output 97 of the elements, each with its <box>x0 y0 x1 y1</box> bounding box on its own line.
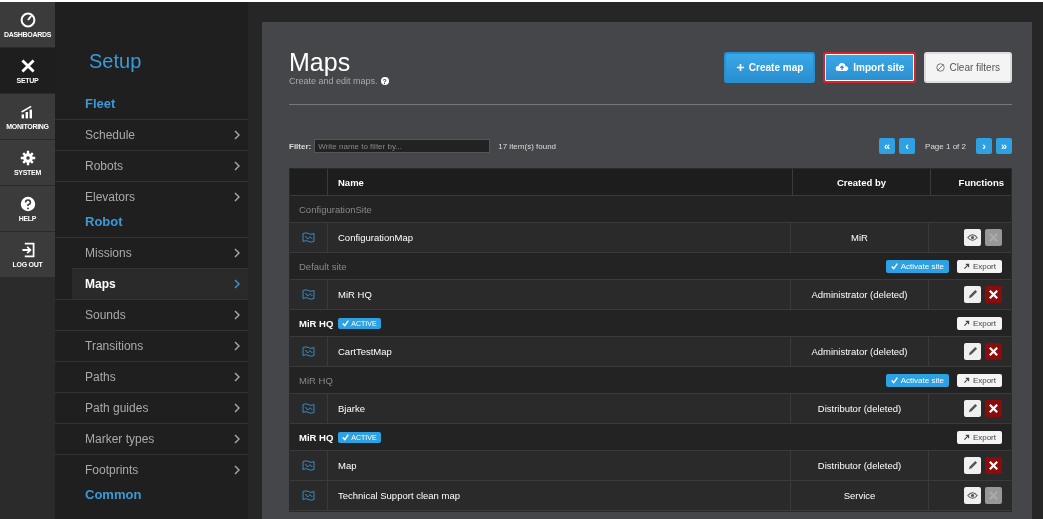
column-header: Functions <box>957 175 1005 190</box>
edit-button[interactable] <box>964 457 981 474</box>
site-name: ConfigurationSite <box>299 203 372 215</box>
delete-button[interactable] <box>985 286 1002 303</box>
sidebar-item[interactable]: Elevators <box>55 181 248 212</box>
table-cell: Administrator (deleted) <box>791 280 929 309</box>
sidebar-heading: Common <box>84 486 143 504</box>
empty-set-icon <box>936 62 946 72</box>
plus-icon <box>735 62 745 72</box>
sidebar-title: Setup <box>88 50 143 74</box>
chevron-icon <box>234 372 240 382</box>
gear-icon <box>19 149 36 166</box>
sidebar-item[interactable]: Sounds <box>55 299 248 330</box>
close-icon <box>988 289 999 300</box>
table-cell: Distributor (deleted) <box>791 451 929 480</box>
filter-field[interactable]: Write name to filter by... <box>314 139 491 153</box>
eye-icon <box>967 232 978 243</box>
table-cell: CartTestMap <box>328 337 791 366</box>
arrow-icon <box>962 433 970 441</box>
edit-button[interactable] <box>964 286 981 303</box>
edit-button[interactable] <box>964 343 981 360</box>
map-icon <box>302 289 315 300</box>
chevron-icon <box>234 279 240 289</box>
chevron-icon <box>234 434 240 444</box>
chevron-icon <box>234 310 240 320</box>
page-subtitle: Create and edit maps. <box>289 76 378 86</box>
pencil-icon <box>967 460 978 471</box>
export-button[interactable]: Export <box>956 373 1002 387</box>
site-name: MiR HQ <box>299 374 333 386</box>
table-cell: Technical Support clean map <box>328 481 791 510</box>
site-name: Default site <box>299 260 347 272</box>
export-button[interactable]: Export <box>956 430 1002 444</box>
export-button[interactable]: Export <box>956 259 1002 273</box>
chevron-icon <box>234 403 240 413</box>
map-icon <box>302 346 315 357</box>
table-cell: MiR HQ <box>328 280 791 309</box>
sidebar-item[interactable]: Path guides <box>55 392 248 423</box>
chevron-icon <box>234 341 240 351</box>
eye-icon <box>967 490 978 501</box>
delete-button[interactable] <box>985 457 1002 474</box>
table-cell: Map <box>328 451 791 480</box>
map-icon <box>302 403 315 414</box>
table-cell: ConfigurationMap <box>328 223 791 252</box>
sidebar-heading: Robot <box>84 213 124 231</box>
check-icon <box>342 319 350 327</box>
help-icon <box>19 195 36 212</box>
view-button[interactable] <box>964 487 981 504</box>
close-icon <box>988 346 999 357</box>
table-cell: Service <box>791 481 929 510</box>
map-icon <box>302 460 315 471</box>
table-cell: MiR <box>791 223 929 252</box>
map-icon <box>302 490 315 501</box>
logout-icon <box>19 241 36 258</box>
check-icon <box>890 376 898 384</box>
page-title: Maps <box>289 48 352 76</box>
sidebar-item[interactable]: Marker types <box>55 423 248 454</box>
cloud-upload-icon <box>835 62 850 72</box>
sidebar-item[interactable]: Maps <box>72 268 248 299</box>
arrow-icon <box>962 262 970 270</box>
sidebar-item[interactable]: Transitions <box>55 330 248 361</box>
chevron-icon <box>234 192 240 202</box>
view-button[interactable] <box>964 229 981 246</box>
sidebar-item[interactable]: Footprints <box>55 454 248 485</box>
item-count: 17 item(s) found <box>498 141 557 151</box>
chevron-icon <box>234 161 240 171</box>
chevron-icon <box>234 130 240 140</box>
site-name: MiR HQ <box>299 431 334 443</box>
export-button[interactable]: Export <box>956 316 1002 330</box>
filter-label: Filter: <box>289 141 312 151</box>
pencil-icon <box>967 289 978 300</box>
close-icon <box>988 460 999 471</box>
arrow-icon <box>962 319 970 327</box>
sidebar-item[interactable]: Robots <box>55 150 248 181</box>
table-cell: Distributor (deleted) <box>791 394 929 423</box>
chevron-icon <box>234 248 240 258</box>
pencil-icon <box>967 346 978 357</box>
map-icon <box>302 232 315 243</box>
gauge-icon <box>19 11 36 28</box>
edit-button[interactable] <box>964 400 981 417</box>
check-icon <box>890 262 898 270</box>
delete-button[interactable] <box>985 343 1002 360</box>
column-header: Created by <box>793 169 931 195</box>
delete-button[interactable] <box>985 400 1002 417</box>
check-icon <box>342 433 350 441</box>
chevron-icon <box>234 465 240 475</box>
table-cell: Administrator (deleted) <box>791 337 929 366</box>
clear-filters-button[interactable]: Clear filters <box>924 51 1012 83</box>
page-indicator: Page 1 of 2 <box>925 141 966 151</box>
arrow-icon <box>962 376 970 384</box>
close-icon <box>988 403 999 414</box>
table-cell: Bjarke <box>328 394 791 423</box>
column-header: Name <box>328 169 793 195</box>
site-name: MiR HQ <box>299 317 334 329</box>
sidebar-heading: Fleet <box>84 95 117 113</box>
pencil-icon <box>967 403 978 414</box>
sidebar-item[interactable]: Paths <box>55 361 248 392</box>
sidebar-item[interactable]: Schedule <box>55 119 248 150</box>
